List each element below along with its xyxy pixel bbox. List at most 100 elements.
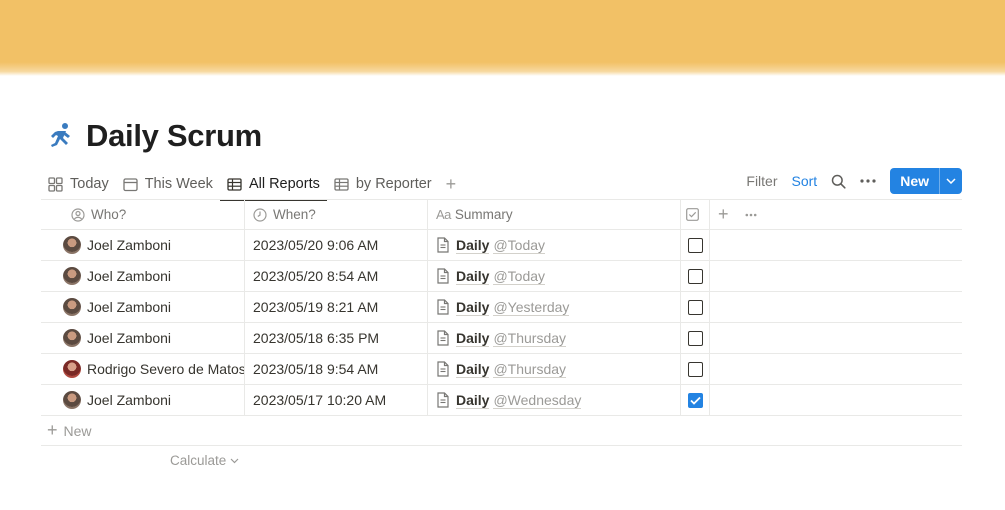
cell-who[interactable]: Joel Zamboni bbox=[41, 230, 245, 260]
date-value: 2023/05/17 10:20 AM bbox=[253, 392, 387, 408]
cell-summary[interactable]: Daily @Wednesday bbox=[428, 385, 681, 415]
calculate-button[interactable]: Calculate bbox=[170, 453, 239, 468]
cell-when[interactable]: 2023/05/18 9:54 AM bbox=[245, 354, 428, 384]
running-person-icon[interactable] bbox=[44, 119, 78, 153]
page-link[interactable]: Daily bbox=[456, 299, 490, 316]
document-icon bbox=[437, 268, 449, 284]
column-header-checkbox[interactable] bbox=[681, 200, 710, 229]
chevron-down-icon[interactable] bbox=[940, 168, 962, 194]
date-mention[interactable]: @Wednesday bbox=[493, 392, 582, 409]
cell-when[interactable]: 2023/05/18 6:35 PM bbox=[245, 323, 428, 353]
date-value: 2023/05/20 9:06 AM bbox=[253, 237, 379, 253]
column-header-who[interactable]: Who? bbox=[41, 200, 245, 229]
add-property-icon[interactable]: + bbox=[718, 204, 729, 225]
table-row[interactable]: Joel Zamboni 2023/05/20 8:54 AM Daily @T… bbox=[41, 261, 962, 292]
checkbox-unchecked[interactable] bbox=[687, 361, 703, 377]
checkbox-unchecked[interactable] bbox=[687, 299, 703, 315]
filter-button[interactable]: Filter bbox=[746, 173, 777, 189]
cell-checkbox[interactable] bbox=[681, 323, 710, 353]
cell-who[interactable]: Rodrigo Severo de Matos bbox=[41, 354, 245, 384]
page-cover[interactable] bbox=[0, 0, 1005, 76]
tab-today[interactable]: Today bbox=[41, 168, 116, 200]
checkbox-checked[interactable] bbox=[687, 392, 703, 408]
tab-all-reports[interactable]: All Reports bbox=[219, 168, 327, 201]
page-link[interactable]: Daily bbox=[456, 361, 490, 378]
cell-summary[interactable]: Daily @Today bbox=[428, 230, 681, 260]
document-icon bbox=[437, 237, 449, 253]
checkbox-unchecked[interactable] bbox=[687, 237, 703, 253]
avatar bbox=[63, 236, 81, 254]
cell-who[interactable]: Joel Zamboni bbox=[41, 292, 245, 322]
document-icon bbox=[437, 392, 449, 408]
cell-summary[interactable]: Daily @Thursday bbox=[428, 323, 681, 353]
gallery-icon bbox=[48, 176, 63, 192]
clock-icon bbox=[253, 207, 267, 222]
person-name: Rodrigo Severo de Matos bbox=[87, 361, 245, 377]
table-row[interactable]: Joel Zamboni 2023/05/19 8:21 AM Daily @Y… bbox=[41, 292, 962, 323]
table-icon bbox=[227, 177, 242, 191]
column-label: Summary bbox=[454, 207, 513, 222]
more-options-icon[interactable] bbox=[745, 213, 757, 217]
person-name: Joel Zamboni bbox=[87, 330, 172, 346]
table-row[interactable]: Joel Zamboni 2023/05/17 10:20 AM Daily @… bbox=[41, 385, 962, 416]
new-button[interactable]: New bbox=[890, 168, 962, 194]
page-link[interactable]: Daily bbox=[456, 392, 490, 409]
checkbox-unchecked[interactable] bbox=[687, 268, 703, 284]
cell-checkbox[interactable] bbox=[681, 292, 710, 322]
table-row[interactable]: Joel Zamboni 2023/05/18 6:35 PM Daily @T… bbox=[41, 323, 962, 354]
date-mention[interactable]: @Thursday bbox=[493, 361, 567, 378]
column-header-when[interactable]: When? bbox=[245, 200, 428, 229]
column-actions: + bbox=[710, 200, 962, 229]
tab-this-week[interactable]: This Week bbox=[116, 168, 220, 200]
cell-empty bbox=[710, 385, 962, 415]
table-row[interactable]: Rodrigo Severo de Matos 2023/05/18 9:54 … bbox=[41, 354, 962, 385]
date-mention[interactable]: @Today bbox=[493, 237, 546, 254]
page-link[interactable]: Daily bbox=[456, 330, 490, 347]
table-body: Joel Zamboni 2023/05/20 9:06 AM Daily @T… bbox=[41, 230, 962, 416]
cell-empty bbox=[710, 354, 962, 384]
cell-empty bbox=[710, 323, 962, 353]
cell-who[interactable]: Joel Zamboni bbox=[41, 261, 245, 291]
add-new-row-button[interactable]: + New bbox=[41, 416, 962, 446]
view-tabs: Today This Week All Reports by Reporter … bbox=[41, 168, 464, 201]
cell-when[interactable]: 2023/05/19 8:21 AM bbox=[245, 292, 428, 322]
person-name: Joel Zamboni bbox=[87, 392, 172, 408]
cell-checkbox[interactable] bbox=[681, 385, 710, 415]
cell-when[interactable]: 2023/05/20 8:54 AM bbox=[245, 261, 428, 291]
cell-when[interactable]: 2023/05/17 10:20 AM bbox=[245, 385, 428, 415]
cell-empty bbox=[710, 261, 962, 291]
checkbox-icon bbox=[685, 208, 699, 221]
page-title[interactable]: Daily Scrum bbox=[86, 118, 262, 154]
tab-by-reporter[interactable]: by Reporter bbox=[327, 168, 439, 200]
cell-summary[interactable]: Daily @Thursday bbox=[428, 354, 681, 384]
table-icon bbox=[334, 177, 349, 191]
cell-summary[interactable]: Daily @Today bbox=[428, 261, 681, 291]
checkbox-unchecked[interactable] bbox=[687, 330, 703, 346]
cell-checkbox[interactable] bbox=[681, 354, 710, 384]
page-link[interactable]: Daily bbox=[456, 237, 490, 254]
page-link[interactable]: Daily bbox=[456, 268, 490, 285]
cell-when[interactable]: 2023/05/20 9:06 AM bbox=[245, 230, 428, 260]
column-header-summary[interactable]: Aa Summary bbox=[428, 200, 681, 229]
cell-checkbox[interactable] bbox=[681, 230, 710, 260]
table-row[interactable]: Joel Zamboni 2023/05/20 9:06 AM Daily @T… bbox=[41, 230, 962, 261]
sort-button[interactable]: Sort bbox=[792, 173, 818, 189]
cell-who[interactable]: Joel Zamboni bbox=[41, 323, 245, 353]
add-view-icon[interactable]: + bbox=[439, 168, 464, 200]
date-mention[interactable]: @Thursday bbox=[493, 330, 567, 347]
cell-checkbox[interactable] bbox=[681, 261, 710, 291]
cell-who[interactable]: Joel Zamboni bbox=[41, 385, 245, 415]
person-name: Joel Zamboni bbox=[87, 237, 172, 253]
date-value: 2023/05/20 8:54 AM bbox=[253, 268, 379, 284]
date-mention[interactable]: @Yesterday bbox=[493, 299, 570, 316]
check-icon bbox=[689, 396, 701, 405]
avatar bbox=[63, 360, 81, 378]
new-button-label[interactable]: New bbox=[890, 168, 940, 194]
date-value: 2023/05/18 6:35 PM bbox=[253, 330, 380, 346]
search-icon[interactable] bbox=[831, 174, 846, 189]
person-icon bbox=[71, 207, 85, 222]
more-options-icon[interactable] bbox=[860, 179, 876, 183]
avatar bbox=[63, 329, 81, 347]
date-mention[interactable]: @Today bbox=[493, 268, 546, 285]
cell-summary[interactable]: Daily @Yesterday bbox=[428, 292, 681, 322]
